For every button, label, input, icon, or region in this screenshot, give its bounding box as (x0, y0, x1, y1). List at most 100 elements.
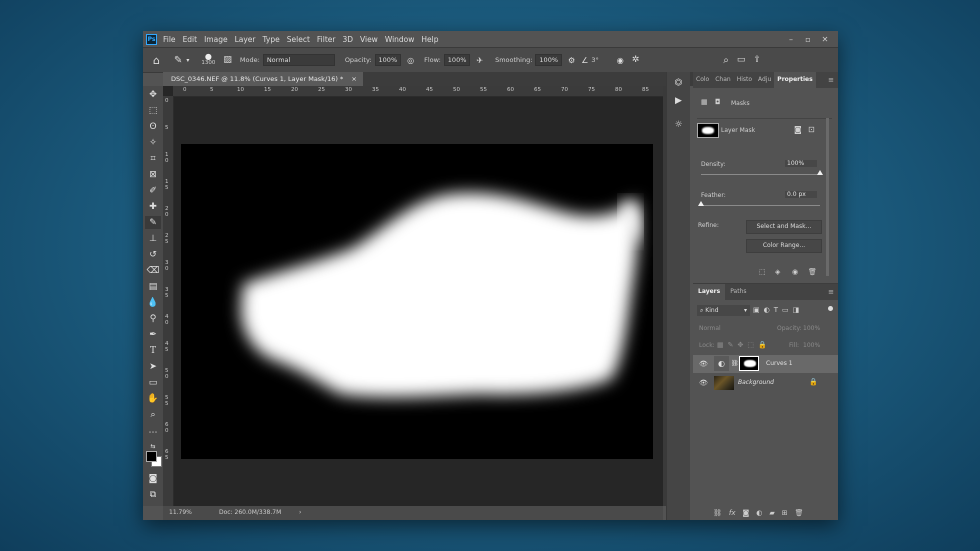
link-layers-icon[interactable]: ⛓ (713, 509, 722, 517)
settings-sun-icon[interactable]: ☼ (672, 118, 685, 131)
quick-mask-icon[interactable]: ◙ (145, 472, 161, 485)
smoothing-field[interactable]: 100% (535, 54, 563, 66)
delete-mask-icon[interactable]: 🗑 (808, 268, 817, 276)
eraser-tool-icon[interactable]: ⌫ (145, 264, 161, 277)
pressure-size-icon[interactable]: ◉ (617, 56, 624, 65)
color-range-button[interactable]: Color Range... (746, 239, 822, 253)
layer-row-curves[interactable]: 👁 ◐ ⛓ Curves 1 (693, 355, 838, 373)
add-vector-mask-icon[interactable]: ⊡ (808, 125, 815, 134)
vector-mask-icon[interactable]: ◘ (715, 98, 721, 106)
new-group-icon[interactable]: ▰ (769, 509, 774, 517)
workspace-icon[interactable]: ▭ (737, 55, 746, 65)
filter-kind-select[interactable]: ⌕ Kind ▾ (697, 305, 750, 316)
add-pixel-mask-icon[interactable]: ◙ (794, 125, 802, 134)
brush-settings-icon[interactable]: ▨ (223, 55, 232, 65)
visibility-eye-icon[interactable]: ◉ (792, 268, 798, 276)
layer-mask-thumbnail[interactable] (739, 356, 759, 371)
angle-value[interactable]: 3° (591, 56, 598, 64)
healing-brush-tool-icon[interactable]: ✚ (145, 200, 161, 213)
zoom-level[interactable]: 11.79% (169, 506, 192, 520)
brush-tool-icon[interactable]: ✎ (174, 55, 182, 66)
adjustment-layer-icon[interactable]: ◐ (756, 509, 762, 517)
delete-layer-icon[interactable]: 🗑 (795, 509, 804, 517)
hand-tool-icon[interactable]: ✋ (145, 392, 161, 405)
gear-icon[interactable]: ⚙ (568, 56, 575, 65)
tab-properties[interactable]: Properties (774, 72, 816, 88)
brush-preset-picker[interactable]: ● 1300 (201, 53, 215, 67)
mode-select[interactable]: Normal (262, 54, 335, 66)
apply-mask-icon[interactable]: ◈ (775, 268, 780, 276)
dodge-tool-icon[interactable]: ⚲ (145, 312, 161, 325)
home-icon[interactable]: ⌂ (153, 54, 160, 67)
rectangle-tool-icon[interactable]: ▭ (145, 376, 161, 389)
eyedropper-tool-icon[interactable]: ✐ (145, 184, 161, 197)
menu-edit[interactable]: Edit (183, 35, 198, 44)
move-tool-icon[interactable]: ✥ (145, 88, 161, 101)
layers-menu-icon[interactable]: ≡ (828, 288, 834, 296)
density-field[interactable]: 100% (785, 160, 817, 167)
visibility-eye-icon[interactable]: 👁 (699, 360, 708, 368)
gradient-tool-icon[interactable]: ▤ (145, 280, 161, 293)
search-icon[interactable]: ⌕ (723, 55, 729, 66)
menu-image[interactable]: Image (204, 35, 228, 44)
pressure-opacity-icon[interactable]: ◎ (407, 56, 414, 65)
marquee-tool-icon[interactable]: ⬚ (145, 104, 161, 117)
blend-mode-select[interactable]: Normal (699, 325, 721, 332)
tab-color[interactable]: Colo (693, 72, 712, 88)
fx-icon[interactable]: fx (729, 509, 736, 517)
pen-tool-icon[interactable]: ✒ (145, 328, 161, 341)
tab-channels[interactable]: Chan (712, 72, 733, 88)
maximize-icon[interactable]: ▫ (799, 31, 817, 47)
menu-help[interactable]: Help (421, 35, 438, 44)
feather-field[interactable]: 0.0 px (785, 191, 817, 198)
menu-type[interactable]: Type (263, 35, 280, 44)
tab-histogram[interactable]: Histo (734, 72, 755, 88)
lasso-tool-icon[interactable]: ʘ (145, 120, 161, 133)
minimize-icon[interactable]: – (782, 31, 800, 47)
more-tools-icon[interactable]: ⋯ (145, 426, 161, 439)
layer-opacity-field[interactable]: 100% (803, 325, 820, 332)
lock-icons[interactable]: ▦✎✥⬚🔒 (717, 341, 771, 349)
zoom-tool-icon[interactable]: ⌕ (145, 408, 161, 421)
foreground-color-swatch[interactable] (146, 451, 157, 462)
close-window-icon[interactable]: ✕ (816, 31, 834, 47)
density-slider[interactable] (701, 174, 820, 175)
tab-adjustments[interactable]: Adju (755, 72, 774, 88)
close-tab-icon[interactable]: × (351, 75, 356, 83)
history-icon[interactable]: ⏣ (672, 76, 685, 89)
opacity-field[interactable]: 100% (374, 54, 402, 66)
share-icon[interactable]: ⇪ (753, 55, 761, 65)
tab-paths[interactable]: Paths (725, 284, 751, 300)
menu-window[interactable]: Window (385, 35, 415, 44)
load-selection-icon[interactable]: ⬚ (759, 268, 766, 276)
layer-row-background[interactable]: 👁 Background 🔒 (693, 374, 838, 392)
menu-file[interactable]: File (163, 35, 176, 44)
layer-filter-icons[interactable]: ▣◐T▭◨ (753, 306, 803, 314)
menu-filter[interactable]: Filter (317, 35, 336, 44)
chevron-down-icon[interactable]: ▾ (186, 57, 189, 64)
screen-mode-icon[interactable]: ⧉ (145, 488, 161, 501)
panel-menu-icon[interactable]: ≡ (828, 76, 834, 84)
feather-slider[interactable] (701, 205, 820, 206)
pixel-mask-icon[interactable]: ▦ (701, 98, 708, 106)
visibility-eye-icon[interactable]: 👁 (699, 379, 708, 387)
flow-field[interactable]: 100% (443, 54, 471, 66)
history-brush-tool-icon[interactable]: ↺ (145, 248, 161, 261)
filter-toggle-icon[interactable] (828, 306, 833, 311)
frame-tool-icon[interactable]: ⊠ (145, 168, 161, 181)
feather-slider-thumb[interactable] (698, 201, 704, 206)
quick-selection-tool-icon[interactable]: ✧ (145, 136, 161, 149)
tab-layers[interactable]: Layers (693, 284, 726, 300)
actions-play-icon[interactable]: ▶ (672, 94, 685, 107)
symmetry-icon[interactable]: ✲ (632, 55, 640, 65)
menu-3d[interactable]: 3D (342, 35, 353, 44)
document-canvas[interactable] (181, 144, 653, 459)
crop-tool-icon[interactable]: ⌗ (145, 152, 161, 165)
fill-field[interactable]: 100% (803, 342, 820, 349)
add-mask-icon[interactable]: ◙ (743, 509, 750, 517)
type-tool-icon[interactable]: T (145, 344, 161, 357)
menu-layer[interactable]: Layer (235, 35, 256, 44)
select-and-mask-button[interactable]: Select and Mask... (746, 220, 822, 234)
airbrush-icon[interactable]: ✈ (476, 56, 483, 65)
menu-select[interactable]: Select (287, 35, 310, 44)
